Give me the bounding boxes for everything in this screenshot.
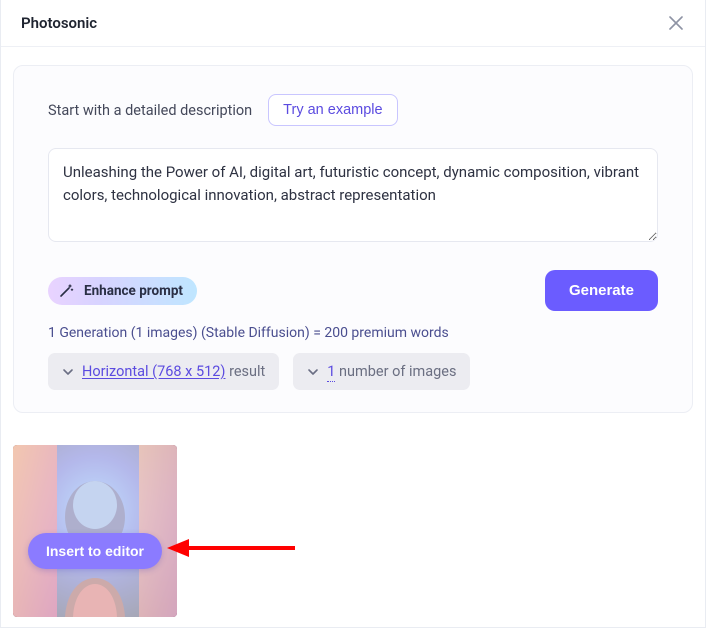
close-button[interactable] [667,14,685,32]
size-option-text: Horizontal (768 x 512) result [82,363,265,380]
size-option-dropdown[interactable]: Horizontal (768 x 512) result [48,353,279,390]
description-row: Start with a detailed description Try an… [48,94,658,126]
count-option-text: 1 number of images [327,363,456,380]
generate-button[interactable]: Generate [545,270,658,311]
actions-row: Enhance prompt Generate [48,270,658,311]
generation-info: 1 Generation (1 images) (Stable Diffusio… [48,325,658,341]
chevron-down-icon [307,366,319,378]
panel-title: Photosonic [21,14,97,32]
description-label: Start with a detailed description [48,102,252,119]
size-option-value: Horizontal (768 x 512) [82,363,225,380]
options-row: Horizontal (768 x 512) result 1 number o… [48,353,658,390]
count-option-suffix: number of images [335,363,456,380]
enhance-prompt-label: Enhance prompt [84,283,183,299]
count-option-dropdown[interactable]: 1 number of images [293,353,470,390]
enhance-prompt-button[interactable]: Enhance prompt [48,277,197,305]
photosonic-panel: Photosonic Start with a detailed descrip… [0,0,706,628]
try-example-button[interactable]: Try an example [268,94,397,126]
size-option-suffix: result [225,363,265,380]
result-thumbnail-area: Insert to editor [13,445,177,617]
thumbnail-overlay [13,445,177,617]
prompt-input[interactable] [48,148,658,242]
chevron-down-icon [62,366,74,378]
close-icon [669,16,683,30]
generated-image-thumbnail[interactable] [13,445,177,617]
annotation-arrow [167,533,297,563]
panel-header: Photosonic [1,0,705,47]
magic-wand-icon [58,283,74,299]
insert-to-editor-button[interactable]: Insert to editor [28,533,162,569]
generator-card: Start with a detailed description Try an… [13,65,693,413]
